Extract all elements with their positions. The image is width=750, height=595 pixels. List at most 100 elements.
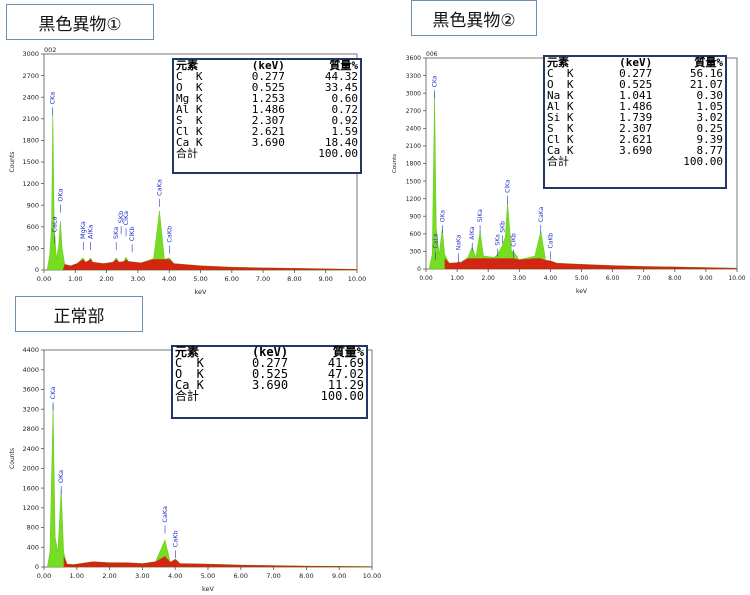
y-tick-label: 600	[27, 223, 39, 231]
peak-label: SiKa	[477, 209, 484, 222]
y-tick-label: 1600	[22, 484, 39, 492]
peak-label: OKa	[439, 210, 446, 223]
peak-label: CaKa	[161, 506, 169, 523]
table-cell: 100.00	[318, 147, 358, 160]
x-tick-label: 9.00	[332, 572, 346, 580]
y-tick-label: 2100	[406, 143, 421, 150]
x-tick-label: 2.00	[99, 275, 113, 283]
y-tick-label: 3600	[406, 55, 421, 62]
peak-label: AlKa	[469, 226, 476, 240]
y-tick-label: 3300	[406, 73, 421, 80]
y-tick-label: 2400	[22, 445, 39, 453]
y-axis-label: Counts	[9, 152, 16, 173]
x-tick-label: 7.00	[637, 275, 651, 282]
x-tick-label: 6.00	[234, 572, 248, 580]
y-tick-label: 0	[35, 563, 39, 571]
y-tick-label: 0	[35, 266, 39, 274]
y-tick-label: 2000	[22, 465, 39, 473]
table-cell: 3.690	[251, 378, 289, 392]
y-tick-label: 3000	[22, 50, 39, 58]
peak-label: ClKb	[128, 226, 136, 241]
peak-label: ClKa	[122, 211, 130, 225]
table-row-total: 合計 100.00	[545, 156, 725, 167]
composition-table-1: 元素 (keV) 質量% C K 0.277 44.32 O K 0.525 33.45…	[172, 58, 362, 174]
y-tick-label: 300	[27, 245, 39, 253]
peak-label: CaKb	[548, 233, 555, 249]
x-tick-label: 5.00	[193, 275, 207, 283]
table-row-total: 合計 100.00	[174, 148, 360, 159]
table-cell: 3.690	[619, 144, 653, 157]
x-tick-label: 2.00	[482, 275, 496, 282]
table-cell	[226, 391, 290, 402]
table-cell	[225, 148, 287, 159]
x-axis-label: keV	[576, 288, 588, 295]
x-tick-label: 9.00	[318, 275, 332, 283]
y-tick-label: 400	[27, 543, 39, 551]
x-tick-label: 7.00	[266, 572, 280, 580]
peak-label: CKa	[432, 75, 439, 87]
peak-label: SKa	[112, 227, 120, 239]
x-tick-label: 1.00	[70, 572, 84, 580]
peak-label: CaLa	[51, 216, 59, 232]
x-axis-label: keV	[195, 288, 208, 296]
x-tick-label: 8.00	[287, 275, 301, 283]
peak-label: CaKb	[166, 226, 174, 243]
x-tick-label: 2.00	[102, 572, 116, 580]
peak-label: SKb	[500, 221, 507, 233]
chart-3-title: 正常部	[15, 296, 143, 332]
y-tick-label: 1200	[406, 196, 421, 203]
y-tick-label: 900	[27, 201, 39, 209]
x-tick-label: 10.00	[728, 275, 745, 282]
x-tick-label: 5.00	[201, 572, 215, 580]
y-tick-label: 2800	[22, 425, 39, 433]
y-tick-label: 3000	[406, 90, 421, 97]
y-axis-label: Counts	[9, 448, 16, 469]
peak-label: NaKa	[455, 234, 462, 250]
x-tick-label: 8.00	[668, 275, 682, 282]
y-tick-label: 2400	[22, 93, 39, 101]
y-tick-label: 300	[410, 249, 422, 256]
composition-table-2: 元素 (keV) 質量% C K 0.277 56.16 O K 0.525 21.07…	[543, 55, 727, 189]
x-tick-label: 0.00	[37, 275, 51, 283]
peak-label: CaKa	[155, 179, 163, 196]
chart-1-title: 黒色異物①	[6, 4, 154, 40]
peak-label: CKa	[49, 387, 57, 400]
y-tick-label: 1500	[22, 158, 39, 166]
x-tick-label: 4.00	[168, 572, 182, 580]
y-tick-label: 4000	[22, 366, 39, 374]
x-tick-label: 4.00	[544, 275, 558, 282]
x-tick-label: 10.00	[363, 572, 382, 580]
x-tick-label: 0.00	[419, 275, 433, 282]
y-tick-label: 2700	[406, 108, 421, 115]
x-axis-label: keV	[202, 585, 215, 593]
x-tick-label: 9.00	[699, 275, 713, 282]
x-tick-label: 6.00	[606, 275, 620, 282]
spectrum-id: 002	[44, 46, 56, 54]
peak-label: CKa	[49, 92, 57, 105]
peak-label: OKa	[56, 188, 64, 201]
x-tick-label: 1.00	[68, 275, 82, 283]
spectrum-id: 006	[426, 51, 438, 58]
y-tick-label: 1500	[406, 178, 421, 185]
y-tick-label: 1200	[22, 504, 39, 512]
x-tick-label: 5.00	[575, 275, 589, 282]
y-tick-label: 1800	[406, 161, 421, 168]
chart-2-title: 黒色異物②	[411, 0, 537, 36]
x-tick-label: 6.00	[225, 275, 239, 283]
x-tick-label: 10.00	[348, 275, 367, 283]
x-tick-label: 3.00	[131, 275, 145, 283]
x-tick-label: 8.00	[299, 572, 313, 580]
y-tick-label: 2700	[22, 72, 39, 80]
y-tick-label: 4400	[22, 346, 39, 354]
x-tick-label: 0.00	[37, 572, 51, 580]
y-tick-label: 0	[417, 266, 421, 273]
table-cell	[594, 156, 654, 167]
peak-label: ClKa	[505, 179, 512, 193]
y-tick-label: 1200	[22, 180, 39, 188]
y-tick-label: 3600	[22, 386, 39, 394]
y-tick-label: 2400	[406, 126, 421, 133]
y-tick-label: 800	[27, 524, 39, 532]
y-tick-label: 1800	[22, 137, 39, 145]
peak-label: ClKb	[511, 233, 518, 247]
x-tick-label: 3.00	[513, 275, 527, 282]
